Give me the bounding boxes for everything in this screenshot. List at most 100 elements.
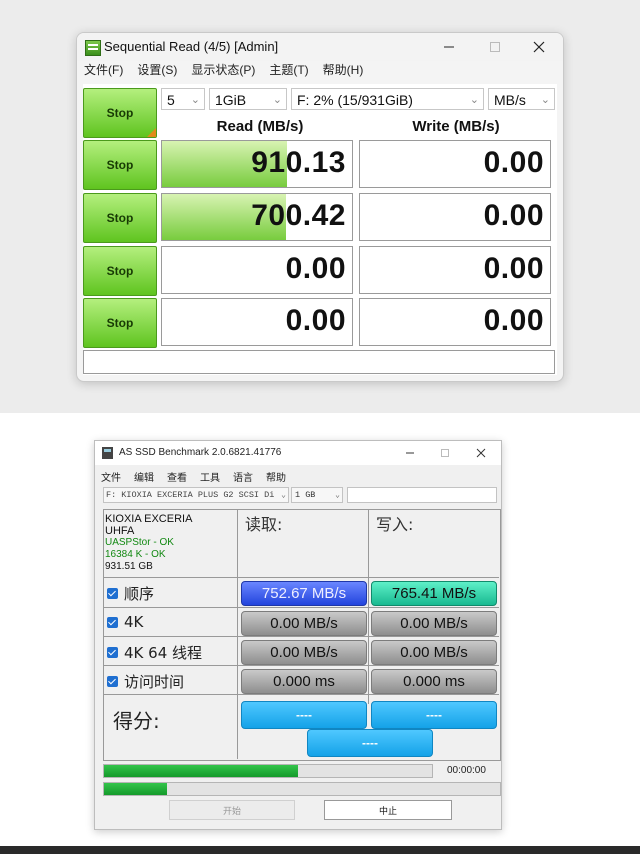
drive-select[interactable]: F: 2% (15/931GiB) ⌄ xyxy=(291,88,484,110)
menu-bar: 文件 编辑 查看 工具 语言 帮助 xyxy=(101,469,299,484)
menu-settings[interactable]: 设置(S) xyxy=(130,61,184,81)
maximize-icon[interactable] xyxy=(473,35,517,59)
write-value: 0.00 xyxy=(483,304,544,337)
size-value: 1GiB xyxy=(215,92,247,108)
checkbox-checked-icon[interactable] xyxy=(107,647,118,658)
read-result-cell: 0.00 xyxy=(161,246,353,294)
4k-row-label[interactable]: 4K xyxy=(107,613,143,631)
seq-read-result: 752.67 MB/s xyxy=(241,581,367,606)
write-header: Write (MB/s) xyxy=(412,118,500,135)
minimize-icon[interactable] xyxy=(427,35,471,59)
4k64-label-text: 4K 64 线程 xyxy=(124,644,203,662)
stop-button-rnd4k-q32[interactable]: Stop xyxy=(83,246,157,296)
read-column-header: 读取: xyxy=(245,515,283,534)
write-result-cell: 0.00 xyxy=(359,298,551,346)
seq-write-result: 765.41 MB/s xyxy=(371,581,497,606)
checkbox-checked-icon[interactable] xyxy=(107,676,118,687)
4k-read-result: 0.00 MB/s xyxy=(241,611,367,636)
drive-value: F: KIOXIA EXCERIA PLUS G2 SCSI Di xyxy=(106,490,275,500)
4k-write-result: 0.00 MB/s xyxy=(371,611,497,636)
drive-name: KIOXIA EXCERIA xyxy=(105,513,193,525)
crystaldiskmark-window: Sequential Read (4/5) [Admin] 文件(F) 设置(S… xyxy=(76,32,564,382)
status-bar xyxy=(83,350,555,374)
menu-theme[interactable]: 主题(T) xyxy=(262,61,315,81)
write-result-cell: 0.00 xyxy=(359,140,551,188)
seq-label-text: 顺序 xyxy=(124,585,155,603)
stop-button-seq1m-q8[interactable]: Stop xyxy=(83,140,157,190)
column-divider xyxy=(237,509,238,759)
menu-file[interactable]: 文件 xyxy=(101,469,121,484)
bottom-edge xyxy=(0,846,640,854)
menu-display[interactable]: 显示状态(P) xyxy=(184,61,262,81)
drive-capacity: 931.51 GB xyxy=(105,561,153,572)
alignment-status: 16384 K - OK xyxy=(105,549,166,560)
read-value: 0.00 xyxy=(285,252,346,285)
menu-view[interactable]: 查看 xyxy=(167,469,187,484)
chevron-down-icon: ⌄ xyxy=(281,491,286,500)
size-value: 1 GB xyxy=(295,490,316,500)
stop-button-seq1m-q1[interactable]: Stop xyxy=(83,193,157,243)
count-value: 5 xyxy=(167,92,175,108)
chevron-down-icon: ⌄ xyxy=(469,94,479,106)
read-score: ---- xyxy=(241,701,367,729)
chevron-down-icon: ⌄ xyxy=(272,94,282,106)
size-select[interactable]: 1GiB ⌄ xyxy=(209,88,287,110)
window-title: Sequential Read (4/5) [Admin] xyxy=(104,39,279,54)
as-ssd-window: AS SSD Benchmark 2.0.6821.41776 文件 编辑 查看… xyxy=(94,440,502,830)
count-select[interactable]: 5 ⌄ xyxy=(161,88,205,110)
read-value: 0.00 xyxy=(285,304,346,337)
app-icon xyxy=(85,40,101,56)
size-select[interactable]: 1 GB ⌄ xyxy=(291,487,343,503)
menu-file[interactable]: 文件(F) xyxy=(77,61,130,81)
benchmark-panel: Stop 5 ⌄ 1GiB ⌄ F: 2% (15/931GiB) ⌄ MB/s… xyxy=(83,84,557,375)
checkbox-checked-icon[interactable] xyxy=(107,616,118,628)
chevron-down-icon: ⌄ xyxy=(190,94,200,106)
write-result-cell: 0.00 xyxy=(359,193,551,241)
4k64-read-result: 0.00 MB/s xyxy=(241,640,367,665)
4k-label-text: 4K xyxy=(124,613,144,631)
write-result-cell: 0.00 xyxy=(359,246,551,294)
row-divider xyxy=(103,607,499,608)
read-result-cell: 700.42 xyxy=(161,193,353,241)
menu-help[interactable]: 帮助(H) xyxy=(316,61,371,81)
close-icon[interactable] xyxy=(463,442,499,464)
drive-select[interactable]: F: KIOXIA EXCERIA PLUS G2 SCSI Di ⌄ xyxy=(103,487,289,503)
drive-model: UHFA xyxy=(105,525,135,537)
start-button[interactable]: 开始 xyxy=(169,800,295,820)
title-bar: AS SSD Benchmark 2.0.6821.41776 xyxy=(95,441,501,465)
menu-edit[interactable]: 编辑 xyxy=(134,469,154,484)
stop-button-rnd4k-q1[interactable]: Stop xyxy=(83,298,157,348)
close-icon[interactable] xyxy=(517,35,561,59)
app-icon xyxy=(102,447,113,459)
seq-row-label[interactable]: 顺序 xyxy=(107,583,154,604)
read-value: 700.42 xyxy=(251,199,346,232)
overall-progress-fill xyxy=(104,783,168,795)
menu-help[interactable]: 帮助 xyxy=(266,469,286,484)
driver-status: UASPStor - OK xyxy=(105,537,174,548)
unit-value: MB/s xyxy=(494,92,526,108)
menu-bar: 文件(F) 设置(S) 显示状态(P) 主题(T) 帮助(H) xyxy=(77,61,563,81)
drive-info: KIOXIA EXCERIA UHFA UASPStor - OK 16384 … xyxy=(105,513,192,573)
write-value: 0.00 xyxy=(483,146,544,179)
checkbox-checked-icon[interactable] xyxy=(107,588,118,599)
menu-language[interactable]: 语言 xyxy=(233,469,253,484)
row-divider xyxy=(103,665,499,666)
access-time-row-label[interactable]: 访问时间 xyxy=(107,671,184,692)
4k64-row-label[interactable]: 4K 64 线程 xyxy=(107,642,202,663)
row-divider xyxy=(103,694,499,695)
abort-button[interactable]: 中止 xyxy=(324,800,452,820)
read-header: Read (MB/s) xyxy=(216,118,304,135)
maximize-icon[interactable] xyxy=(427,442,463,464)
drive-value: F: 2% (15/931GiB) xyxy=(297,92,413,108)
chevron-down-icon: ⌄ xyxy=(540,94,550,106)
progress-bar xyxy=(103,764,433,778)
access-read-result: 0.000 ms xyxy=(241,669,367,694)
window-title: AS SSD Benchmark 2.0.6821.41776 xyxy=(119,447,282,458)
unit-select[interactable]: MB/s ⌄ xyxy=(488,88,555,110)
minimize-icon[interactable] xyxy=(392,442,428,464)
menu-tools[interactable]: 工具 xyxy=(200,469,220,484)
write-column-header: 写入: xyxy=(376,515,414,534)
read-result-cell: 0.00 xyxy=(161,298,353,346)
4k64-write-result: 0.00 MB/s xyxy=(371,640,497,665)
stop-all-button[interactable]: Stop xyxy=(83,88,157,138)
